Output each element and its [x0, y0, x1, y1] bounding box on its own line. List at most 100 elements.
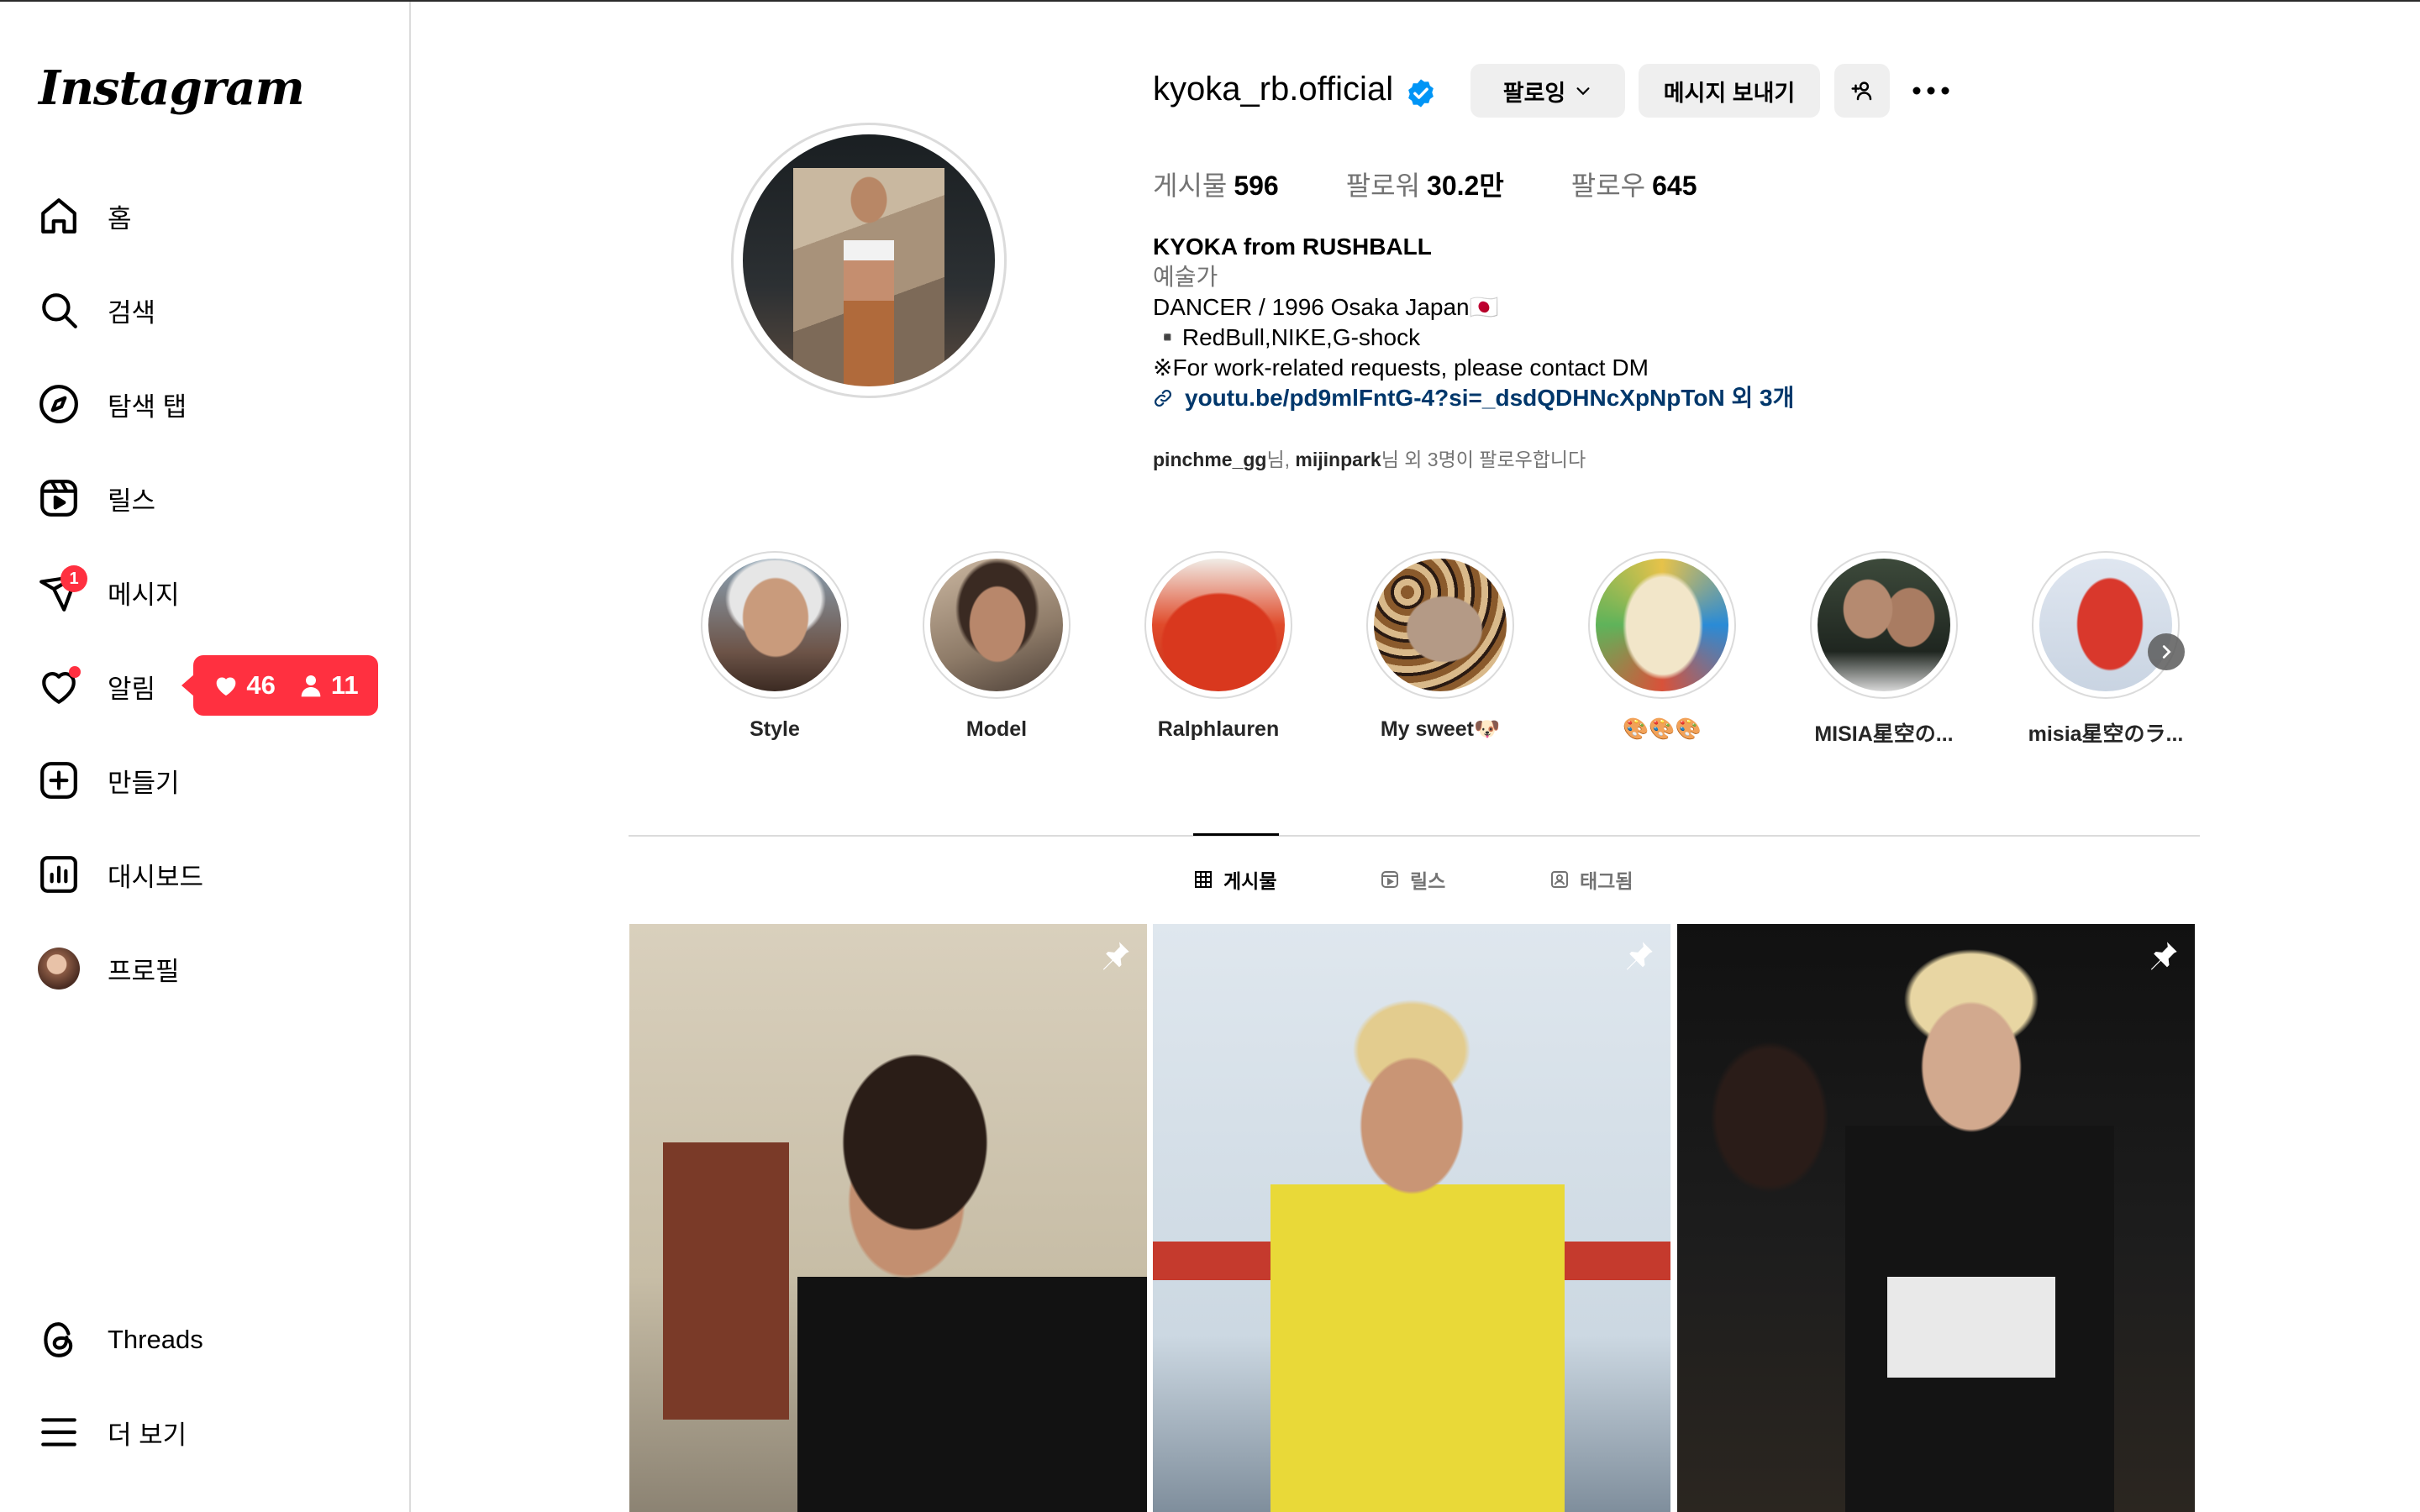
mutual-follower-1: pinchme_gg	[1153, 449, 1267, 470]
bio-line: ※For work-related requests, please conta…	[1153, 354, 1649, 381]
tab-posts[interactable]: 게시물	[1193, 865, 1276, 894]
link-icon	[1154, 389, 1172, 407]
sidebar-item-reels[interactable]: 릴스	[37, 460, 390, 536]
sidebar-item-label: Threads	[108, 1325, 203, 1354]
more-horizontal-icon	[1912, 87, 1949, 95]
sidebar-item-messages[interactable]: 1 메시지	[37, 554, 390, 630]
bio-category: 예술가	[1153, 264, 1218, 290]
sidebar-item-label: 알림	[108, 674, 156, 704]
highlights-next-button[interactable]	[2148, 633, 2185, 670]
person-icon	[301, 675, 321, 697]
more-options-button[interactable]	[1909, 74, 1953, 108]
sidebar-item-label: 더 보기	[108, 1420, 187, 1450]
pin-icon	[2150, 942, 2177, 970]
grid-icon	[1195, 871, 1212, 888]
likes-count: 46	[246, 670, 276, 700]
sidebar: Instagram 홈 검색 탐색 탭 릴스 1 메시지 알림 46 11 만들…	[0, 2, 411, 1512]
notification-dot	[69, 666, 81, 678]
story-highlight[interactable]: Style	[691, 551, 859, 742]
sidebar-item-profile[interactable]: 프로필	[37, 931, 390, 1006]
highlight-cover	[1818, 559, 1950, 691]
pin-icon	[1102, 942, 1129, 970]
highlight-label: misia星空のラ...	[2028, 722, 2184, 746]
sidebar-item-dashboard[interactable]: 대시보드	[37, 837, 390, 912]
follows-count: 11	[330, 670, 359, 700]
search-icon	[37, 288, 81, 332]
sidebar-item-label: 메시지	[108, 580, 180, 610]
story-highlight[interactable]: MISIA星空の...	[1800, 551, 1968, 748]
sidebar-item-more[interactable]: 더 보기	[37, 1394, 390, 1470]
sidebar-item-explore[interactable]: 탐색 탭	[37, 366, 390, 442]
avatar	[38, 948, 80, 990]
pin-icon	[1626, 942, 1653, 970]
sidebar-item-label: 검색	[108, 297, 156, 328]
highlight-cover	[2039, 559, 2172, 691]
sidebar-item-label: 대시보드	[108, 862, 204, 892]
tab-tagged[interactable]: 태그됨	[1549, 865, 1633, 894]
following-button[interactable]: 팔로잉	[1470, 64, 1625, 118]
dashboard-icon	[37, 853, 81, 896]
story-highlight[interactable]: Ralphlauren	[1134, 551, 1302, 742]
reels-icon	[1381, 871, 1398, 888]
reels-icon	[37, 476, 81, 520]
active-tab-indicator	[1193, 833, 1279, 836]
suggest-user-button[interactable]	[1834, 64, 1890, 118]
stat-posts: 게시물 596	[1153, 171, 1279, 201]
compass-icon	[37, 382, 81, 426]
profile-avatar[interactable]	[731, 123, 1007, 398]
chevron-down-icon	[1576, 87, 1590, 96]
message-button[interactable]: 메시지 보내기	[1639, 64, 1820, 118]
tabs-divider	[629, 835, 2200, 837]
message-count-badge: 1	[60, 565, 87, 592]
tagged-icon	[1551, 871, 1568, 888]
instagram-logo[interactable]: Instagram	[39, 60, 305, 116]
post-thumbnail[interactable]	[1677, 924, 2195, 1512]
story-highlight[interactable]: Model	[913, 551, 1081, 742]
tab-reels[interactable]: 릴스	[1380, 865, 1445, 894]
highlight-cover	[1374, 559, 1507, 691]
heart-icon	[37, 664, 81, 708]
sidebar-item-search[interactable]: 검색	[37, 272, 390, 348]
story-highlight[interactable]: My sweet🐶	[1356, 551, 1524, 742]
profile-stats: 게시물 596 팔로워 30.2만 팔로우 645	[1153, 165, 1697, 203]
threads-icon	[37, 1318, 81, 1362]
mutual-follower-2: mijinpark	[1295, 449, 1381, 470]
highlight-label: 🎨🎨🎨	[1623, 717, 1702, 741]
add-person-icon	[1851, 81, 1872, 101]
followed-by-separator: 님,	[1266, 449, 1296, 470]
sidebar-item-label: 릴스	[108, 486, 156, 516]
bio-full-name: KYOKA from RUSHBALL	[1153, 234, 1432, 260]
sidebar-item-label: 만들기	[108, 768, 180, 798]
stat-following[interactable]: 팔로우 645	[1571, 165, 1697, 203]
menu-icon	[37, 1410, 81, 1454]
bio-link-text: youtu.be/pd9mlFntG-4?si=_dsdQDHNcXpNpToN…	[1185, 385, 1795, 411]
story-highlight[interactable]: 🎨🎨🎨	[1578, 551, 1746, 742]
bio-link[interactable]: youtu.be/pd9mlFntG-4?si=_dsdQDHNcXpNpToN…	[1153, 383, 1794, 413]
followed-by-suffix: 님 외 3명이 팔로우합니다	[1381, 449, 1586, 470]
home-icon	[37, 194, 81, 238]
plus-square-icon	[37, 759, 81, 802]
sidebar-item-label: 홈	[108, 203, 132, 234]
sidebar-item-threads[interactable]: Threads	[37, 1302, 390, 1378]
sidebar-item-label: 프로필	[108, 956, 180, 986]
highlight-label: My sweet🐶	[1380, 717, 1501, 741]
sidebar-item-create[interactable]: 만들기	[37, 743, 390, 818]
post-thumbnail[interactable]	[629, 924, 1147, 1512]
following-button-label: 팔로잉	[1502, 80, 1566, 106]
highlight-cover	[1152, 559, 1285, 691]
highlight-label: MISIA星空の...	[1814, 722, 1954, 746]
stat-followers[interactable]: 팔로워 30.2만	[1346, 165, 1504, 203]
heart-filled-icon	[217, 677, 236, 696]
post-thumbnail[interactable]	[1153, 924, 1670, 1512]
sidebar-item-home[interactable]: 홈	[37, 178, 390, 254]
profile-username: kyoka_rb.official	[1153, 71, 1394, 108]
sidebar-item-label: 탐색 탭	[108, 391, 187, 422]
notification-popup[interactable]: 46 11	[182, 655, 378, 716]
followed-by-text[interactable]: pinchme_gg님, mijinpark님 외 3명이 팔로우합니다	[1153, 444, 1586, 472]
highlight-cover	[708, 559, 841, 691]
highlight-label: Ralphlauren	[1157, 717, 1280, 741]
profile-icon-wrapper	[37, 947, 81, 990]
highlight-cover	[1596, 559, 1728, 691]
profile-avatar-image	[743, 134, 995, 386]
bio-line: ▪️RedBull,NIKE,G-shock	[1153, 324, 1421, 350]
